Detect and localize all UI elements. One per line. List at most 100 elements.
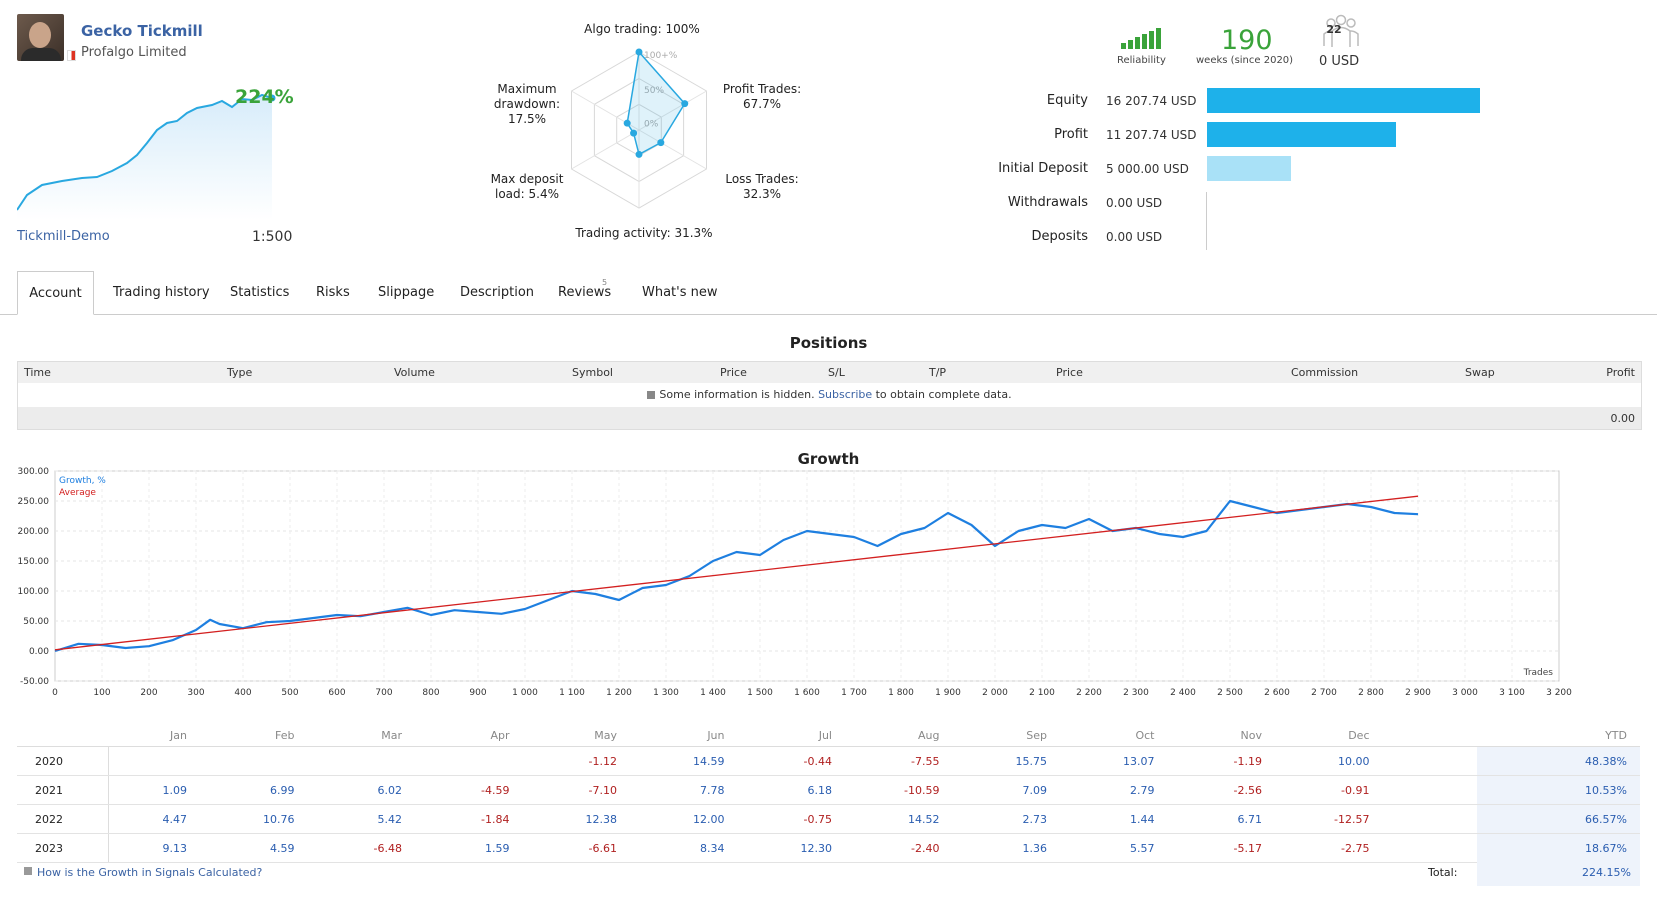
month-value: 6.99 xyxy=(270,784,295,797)
tab-slippage[interactable]: Slippage xyxy=(378,271,434,313)
x-tick-label: 300 xyxy=(187,688,204,698)
tab-description[interactable]: Description xyxy=(460,271,534,313)
col-sl[interactable]: S/L xyxy=(828,366,845,379)
x-tick-label: 1 800 xyxy=(888,688,914,698)
tab-bar: Account Trading history Statistics Risks… xyxy=(0,271,1657,315)
weeks-label: weeks (since 2020) xyxy=(1196,55,1294,66)
month-value: 4.47 xyxy=(162,813,188,826)
month-value: 7.09 xyxy=(1022,784,1048,797)
tab-trading-history[interactable]: Trading history xyxy=(113,271,210,313)
y-tick-label: -50.00 xyxy=(20,677,49,687)
growth-help-link[interactable]: How is the Growth in Signals Calculated? xyxy=(37,866,262,879)
stat-value: 5 000.00 USD xyxy=(1106,162,1189,176)
month-value: 4.59 xyxy=(270,842,295,855)
total-growth: 224% xyxy=(235,86,294,108)
month-value: 14.59 xyxy=(693,755,725,768)
total-value: 224.15% xyxy=(1582,866,1631,879)
month-value: 15.75 xyxy=(1015,755,1048,768)
x-tick-label: 2 900 xyxy=(1405,688,1431,698)
ytd-value: 18.67% xyxy=(1585,842,1627,855)
month-value: 10.76 xyxy=(263,813,295,826)
col-profit[interactable]: Profit xyxy=(1606,366,1635,379)
month-value: 6.02 xyxy=(377,784,403,797)
y-tick-label: 300.00 xyxy=(18,467,50,477)
leverage: 1:500 xyxy=(252,229,293,245)
year-label: 2021 xyxy=(35,784,63,797)
stat-value: 11 207.74 USD xyxy=(1106,128,1197,142)
x-tick-label: 1 700 xyxy=(841,688,867,698)
month-header: Apr xyxy=(490,729,510,742)
stat-value: 0.00 USD xyxy=(1106,230,1163,244)
x-tick-label: 1 000 xyxy=(512,688,538,698)
col-volume[interactable]: Volume xyxy=(394,366,435,379)
col-swap[interactable]: Swap xyxy=(1465,366,1495,379)
x-tick-label: 2 000 xyxy=(982,688,1008,698)
server-link[interactable]: Tickmill-Demo xyxy=(17,229,110,244)
col-symbol[interactable]: Symbol xyxy=(572,366,613,379)
month-value: -1.84 xyxy=(481,813,510,826)
radar-label-drawdown: Maximum drawdown: 17.5% xyxy=(493,82,561,126)
year-label: 2022 xyxy=(35,813,63,826)
x-tick-label: 2 600 xyxy=(1264,688,1290,698)
month-value: 1.44 xyxy=(1130,813,1155,826)
x-tick-label: 1 500 xyxy=(747,688,773,698)
month-value: -0.44 xyxy=(803,755,832,768)
month-header: Dec xyxy=(1348,729,1370,742)
radar-shape xyxy=(626,50,686,156)
stats-axis xyxy=(1206,192,1207,250)
month-value: 9.13 xyxy=(162,842,188,855)
month-value: 7.78 xyxy=(700,784,725,797)
col-tp[interactable]: T/P xyxy=(929,366,946,379)
month-value: -6.61 xyxy=(588,842,617,855)
subscribe-link[interactable]: Subscribe xyxy=(818,388,872,401)
col-type[interactable]: Type xyxy=(227,366,252,379)
month-header: YTD xyxy=(1605,729,1627,742)
month-value: -4.59 xyxy=(481,784,510,797)
growth-chart: 300.00 250.00 200.00 150.00 100.00 50.00 0.00 -… xyxy=(18,467,1573,698)
tab-statistics[interactable]: Statistics xyxy=(230,271,289,313)
x-tick-label: 200 xyxy=(140,688,157,698)
stat-bar xyxy=(1207,88,1480,113)
y-tick-label: 200.00 xyxy=(18,527,50,537)
month-value: 12.00 xyxy=(693,813,725,826)
month-value: 5.57 xyxy=(1130,842,1155,855)
reliability-bar xyxy=(1156,28,1161,49)
month-value: -1.19 xyxy=(1233,755,1262,768)
col-price-current[interactable]: Price xyxy=(1056,366,1083,379)
legend-entry: Average xyxy=(59,488,96,498)
ytd-value: 10.53% xyxy=(1585,784,1627,797)
positions-title: Positions xyxy=(789,334,868,352)
col-commission[interactable]: Commission xyxy=(1291,366,1358,379)
provider-name-link[interactable]: Gecko Tickmill xyxy=(81,22,203,40)
radar-point xyxy=(623,119,631,127)
month-header: Oct xyxy=(1135,729,1155,742)
x-tick-label: 2 300 xyxy=(1123,688,1149,698)
x-tick-label: 800 xyxy=(422,688,439,698)
month-value: -6.48 xyxy=(373,842,402,855)
col-price-open[interactable]: Price xyxy=(720,366,747,379)
positions-total-row: 0.00 xyxy=(18,407,1641,429)
reliability-bar xyxy=(1121,43,1126,49)
col-time[interactable]: Time xyxy=(24,366,51,379)
month-value: 12.30 xyxy=(800,842,833,855)
tab-risks[interactable]: Risks xyxy=(316,271,350,313)
radar-point xyxy=(657,139,665,147)
x-tick-label: 3 200 xyxy=(1546,688,1572,698)
month-value: 2.73 xyxy=(1022,813,1048,826)
avatar[interactable] xyxy=(17,14,64,61)
info-icon xyxy=(647,391,656,399)
total-label: Total: xyxy=(1428,866,1458,879)
month-value: 1.36 xyxy=(1022,842,1048,855)
radar-point xyxy=(630,129,638,137)
x-tick-label: 2 400 xyxy=(1170,688,1196,698)
month-value: -0.75 xyxy=(803,813,832,826)
x-tick-label: 2 800 xyxy=(1358,688,1384,698)
month-value: 2.79 xyxy=(1130,784,1155,797)
stat-value: 16 207.74 USD xyxy=(1106,94,1197,108)
stat-value: 0.00 USD xyxy=(1106,196,1163,210)
radar-label-loss-trades: Loss Trades: 32.3% xyxy=(725,172,799,201)
tab-whats-new[interactable]: What's new xyxy=(642,271,718,313)
x-tick-label: 1 600 xyxy=(794,688,820,698)
tab-account[interactable]: Account xyxy=(17,271,94,315)
month-value: -2.75 xyxy=(1341,842,1370,855)
